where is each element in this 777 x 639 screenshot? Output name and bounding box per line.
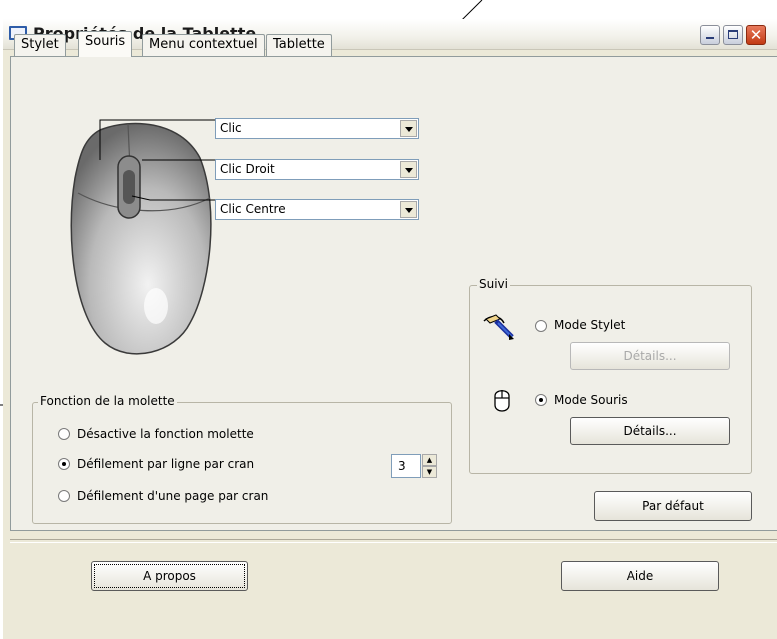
maximize-button[interactable] [723, 25, 743, 45]
close-button[interactable]: ✕ [746, 25, 766, 45]
about-button[interactable]: A propos [91, 561, 248, 591]
footer-divider [10, 539, 777, 543]
wheel-function-legend: Fonction de la molette [38, 394, 177, 408]
mouse-mode-radio[interactable] [535, 394, 547, 406]
mouse-illustration [70, 119, 215, 355]
help-button[interactable]: Aide [561, 561, 719, 591]
spin-up-icon[interactable]: ▲ [422, 454, 437, 466]
lines-per-notch-value[interactable]: 3 [391, 454, 421, 478]
chevron-down-icon[interactable] [400, 161, 417, 178]
middle-click-value: Clic Centre [220, 202, 286, 216]
mouse-mode-details-button[interactable]: Détails... [570, 417, 730, 445]
tab-menu-contextuel[interactable]: Menu contextuel [142, 34, 265, 56]
pen-mode-radio[interactable] [535, 320, 547, 332]
left-click-select[interactable]: Clic [215, 118, 419, 139]
wheel-disable-label: Désactive la fonction molette [77, 427, 254, 441]
mouse-icon [494, 390, 510, 412]
chevron-down-icon[interactable] [400, 120, 417, 137]
tab-tablette[interactable]: Tablette [266, 34, 332, 56]
chevron-down-icon[interactable] [400, 201, 417, 218]
pen-icon [483, 314, 514, 340]
minimize-button[interactable] [700, 25, 720, 45]
lines-per-notch-spinner[interactable]: 3 ▲ ▼ [391, 454, 437, 478]
default-button[interactable]: Par défaut [594, 491, 752, 521]
wheel-page-scroll-label: Défilement d'une page par cran [77, 489, 269, 503]
tracking-legend: Suivi [477, 277, 510, 291]
wheel-disable-radio[interactable] [58, 428, 70, 440]
tab-souris[interactable]: Souris [78, 31, 133, 57]
middle-click-select[interactable]: Clic Centre [215, 199, 419, 220]
left-click-value: Clic [220, 121, 242, 135]
right-click-select[interactable]: Clic Droit [215, 159, 419, 180]
right-click-value: Clic Droit [220, 162, 275, 176]
pen-mode-details-button[interactable]: Détails... [570, 342, 730, 370]
spin-down-icon[interactable]: ▼ [422, 466, 437, 478]
pen-mode-label: Mode Stylet [554, 318, 626, 332]
mouse-mode-label: Mode Souris [554, 393, 628, 407]
wheel-line-scroll-label: Défilement par ligne par cran [77, 457, 255, 471]
tab-stylet[interactable]: Stylet [14, 34, 66, 56]
wheel-page-scroll-radio[interactable] [58, 490, 70, 502]
wheel-line-scroll-radio[interactable] [58, 458, 70, 470]
